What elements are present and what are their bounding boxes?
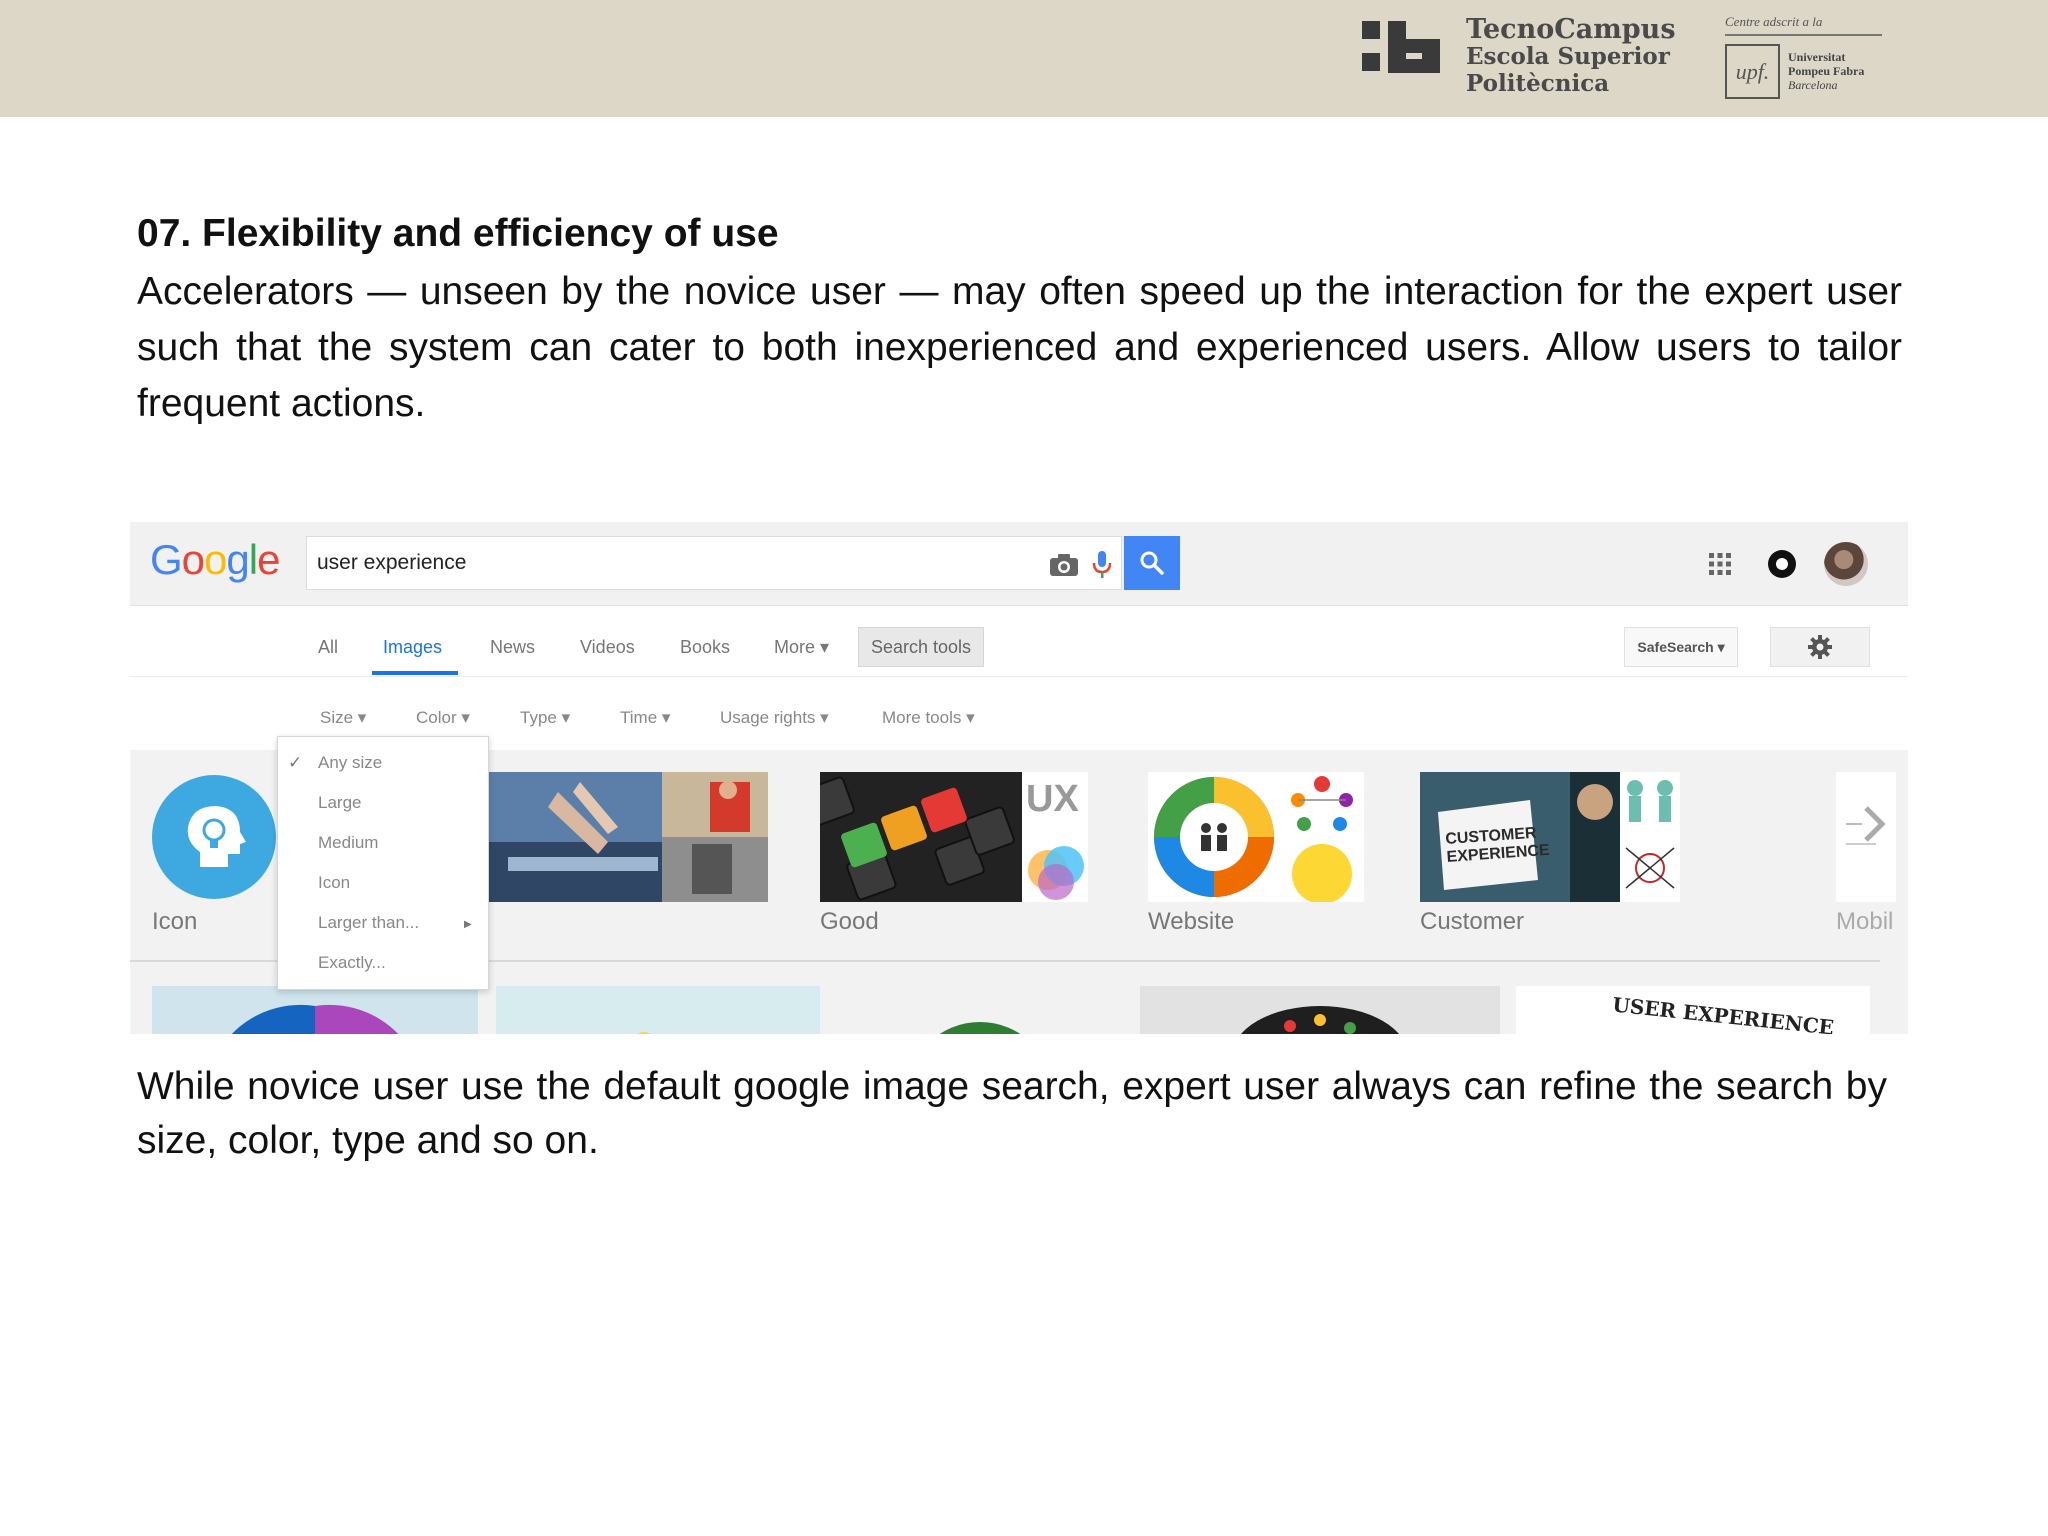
size-option-medium[interactable]: Medium: [318, 833, 378, 853]
filter-type[interactable]: Type ▾: [520, 708, 570, 728]
logo-letter: G: [150, 536, 183, 583]
upf-name: Universitat Pompeu Fabra Barcelona: [1788, 50, 1864, 92]
filter-more-tools[interactable]: More tools ▾: [882, 708, 975, 728]
result-thumbnail-user-experience[interactable]: USER EXPERIENCE: [1516, 986, 1870, 1034]
tab-images[interactable]: Images: [383, 637, 442, 658]
result-thumbnail-website[interactable]: [1148, 772, 1280, 902]
avatar[interactable]: [1824, 542, 1868, 586]
tab-more[interactable]: More ▾: [774, 637, 829, 658]
slide-title: 07. Flexibility and efficiency of use: [137, 212, 779, 255]
google-top-bar: Google: [130, 522, 1908, 606]
logo-letter: g: [226, 536, 249, 583]
search-icon: [1140, 551, 1164, 575]
upf-caption: Centre adscrit a la: [1725, 14, 1823, 29]
camera-icon[interactable]: [1049, 553, 1079, 577]
tab-books[interactable]: Books: [680, 637, 730, 658]
tab-all[interactable]: All: [318, 637, 338, 658]
brain-doodle-image: [1240, 1006, 1400, 1034]
venn-bubbles-image: [1028, 846, 1084, 900]
thumb-user-experience-text: USER EXPERIENCE: [1611, 992, 1836, 1034]
filter-color[interactable]: Color ▾: [416, 708, 470, 728]
search-input[interactable]: [317, 547, 977, 579]
settings-button[interactable]: [1770, 627, 1870, 667]
upf-divider: [1725, 34, 1882, 36]
pie-graphic-image: [231, 1004, 399, 1034]
submenu-arrow-icon: ▶: [464, 919, 472, 930]
photo-collage-image: [662, 772, 768, 902]
upf-line-2: Pompeu Fabra: [1788, 64, 1865, 78]
filter-size[interactable]: Size ▾: [320, 708, 366, 728]
search-tools-button[interactable]: Search tools: [858, 627, 985, 667]
result-thumbnail-pie[interactable]: [152, 986, 478, 1034]
logo-letter: e: [257, 536, 280, 583]
slide-body: Accelerators — unseen by the novice user…: [137, 270, 1902, 425]
tecnocampus-line-1: TecnoCampus: [1466, 14, 1676, 45]
search-tabs: All Images News Videos Books More ▾ Sear…: [130, 607, 1908, 677]
result-thumbnail-icon[interactable]: [152, 772, 282, 902]
size-option-large[interactable]: Large: [318, 793, 361, 813]
tecnocampus-name: TecnoCampus Escola Superior Politècnica: [1466, 16, 1676, 97]
logo-letter: o: [204, 536, 227, 583]
process-diagram-image: [1291, 776, 1353, 902]
google-logo[interactable]: Google: [150, 536, 280, 584]
result-thumbnail-green[interactable]: [830, 986, 1156, 1034]
upf-line-3: Barcelona: [1788, 78, 1838, 92]
upf-logo: upf.: [1725, 44, 1780, 99]
result-thumbnail-ux[interactable]: UX: [1022, 772, 1088, 902]
safesearch-dropdown[interactable]: SafeSearch ▾: [1624, 627, 1738, 667]
keyboard-emotions-image: [820, 772, 1022, 902]
result-thumbnail-keyboard[interactable]: [820, 772, 1022, 902]
hand-on-tablet-image: [488, 772, 662, 902]
size-dropdown-menu: ✓ Any size Large Medium Icon Larger than…: [277, 736, 489, 990]
result-thumbnail-teal[interactable]: [496, 986, 820, 1034]
upf-line-1: Universitat: [1788, 50, 1846, 64]
result-thumbnail-mobile[interactable]: [1836, 772, 1896, 902]
gear-icon: [1808, 635, 1832, 659]
notifications-icon[interactable]: [1768, 550, 1796, 578]
filter-usage-rights[interactable]: Usage rights ▾: [720, 708, 829, 728]
website-wheel-image: [1154, 777, 1274, 897]
result-thumbnail-customer[interactable]: CUSTOMER EXPERIENCE: [1420, 772, 1680, 902]
header-band: TecnoCampus Escola Superior Politècnica …: [0, 0, 2048, 117]
apps-grid-icon[interactable]: [1708, 552, 1732, 576]
result-label: Customer: [1420, 908, 1525, 935]
result-label: Good: [820, 908, 879, 935]
green-circle-image: [939, 1022, 1021, 1034]
result-label: Icon: [152, 908, 198, 935]
active-tab-indicator: [372, 671, 458, 675]
tecnocampus-line-2: Escola Superior: [1466, 43, 1670, 70]
size-option-exactly[interactable]: Exactly...: [318, 953, 386, 973]
thumb-customer-text: CUSTOMER EXPERIENCE: [1444, 824, 1551, 866]
microphone-icon[interactable]: [1091, 550, 1113, 580]
google-image-search-screenshot: Google user experience All Images News V…: [130, 522, 1908, 1034]
tecnocampus-logo-icon: [1362, 21, 1440, 73]
lightbulb-head-icon: [152, 775, 276, 899]
result-label: Website: [1148, 908, 1235, 935]
search-button[interactable]: [1124, 536, 1180, 590]
teal-graphic-image: [637, 1032, 651, 1034]
size-option-icon[interactable]: Icon: [318, 873, 350, 893]
filter-time[interactable]: Time ▾: [620, 708, 670, 728]
arrow-diagram-image: [1846, 806, 1886, 845]
result-thumbnail-brain[interactable]: [1140, 986, 1500, 1034]
search-box: [306, 536, 1122, 590]
thumb-ux-text: UX: [1026, 778, 1079, 820]
logo-letter: o: [181, 536, 205, 583]
size-option-larger-than[interactable]: Larger than...: [318, 913, 419, 933]
result-thumbnail-collage[interactable]: [662, 772, 768, 902]
tecnocampus-line-3: Politècnica: [1466, 70, 1610, 97]
result-label: Mobil: [1836, 908, 1894, 935]
checkmark-icon: ✓: [288, 753, 303, 772]
tab-videos[interactable]: Videos: [580, 637, 635, 658]
tab-news[interactable]: News: [490, 637, 535, 658]
logo-letter: l: [248, 536, 258, 583]
result-thumbnail-diagram[interactable]: [1280, 772, 1364, 902]
size-option-any[interactable]: Any size: [318, 753, 382, 773]
slide-caption: While novice user use the default google…: [137, 1065, 1887, 1162]
result-thumbnail-tablet[interactable]: [488, 772, 662, 902]
